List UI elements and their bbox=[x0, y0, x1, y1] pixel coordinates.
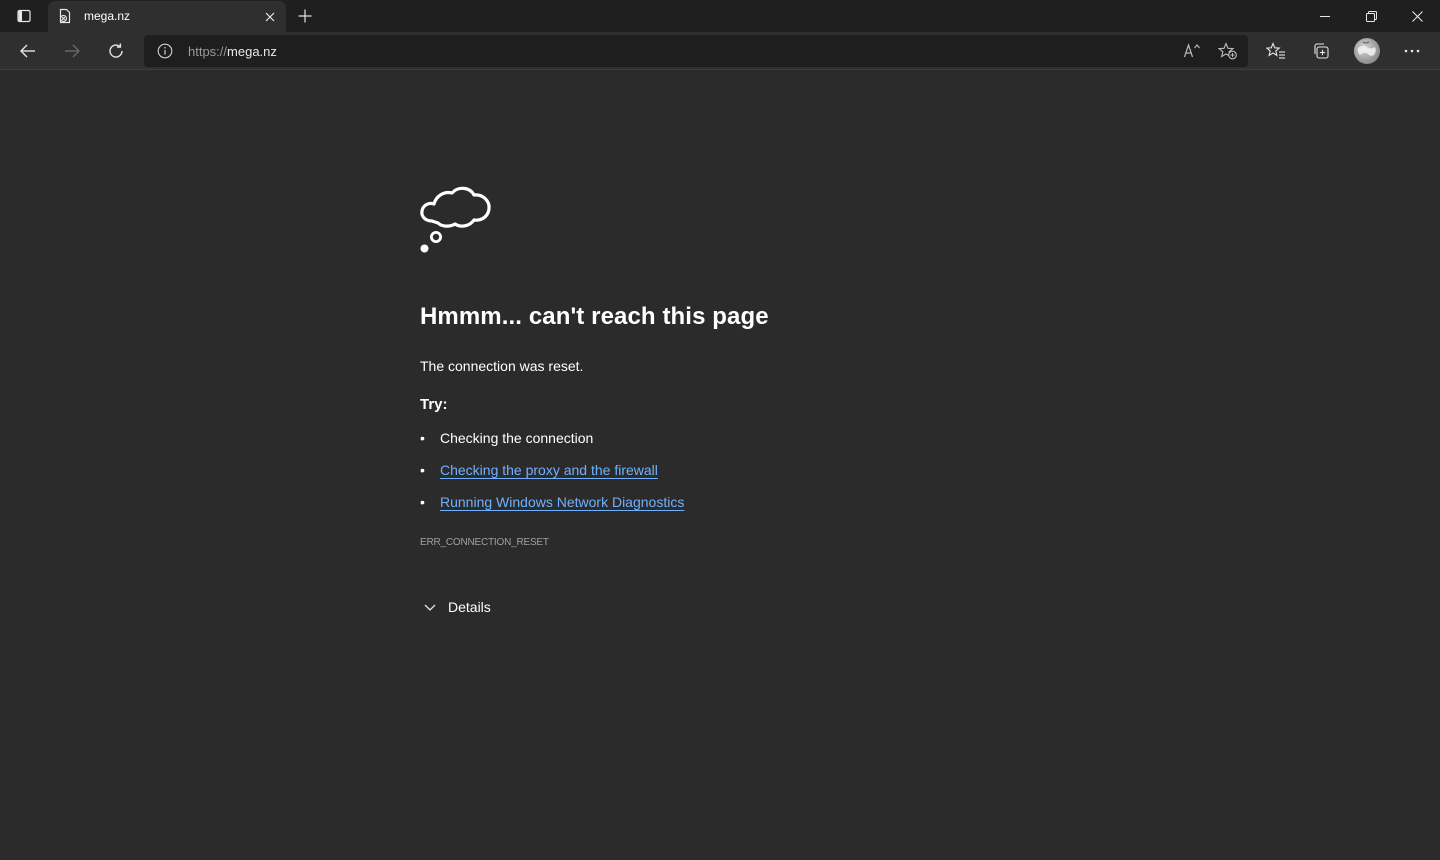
error-code: ERR_CONNECTION_RESET bbox=[420, 537, 549, 548]
read-aloud-button[interactable] bbox=[1179, 39, 1205, 63]
url-host: mega.nz bbox=[227, 44, 277, 59]
forward-arrow-icon bbox=[65, 44, 80, 58]
page-error-icon bbox=[59, 8, 71, 24]
network-diagnostics-link[interactable]: Running Windows Network Diagnostics bbox=[440, 494, 684, 510]
thought-cloud-icon bbox=[420, 186, 491, 253]
plus-icon bbox=[298, 9, 312, 23]
info-icon bbox=[157, 43, 173, 59]
restore-button[interactable] bbox=[1348, 0, 1394, 32]
close-icon bbox=[265, 12, 275, 22]
more-icon bbox=[1404, 49, 1420, 53]
more-button[interactable] bbox=[1395, 35, 1429, 67]
site-info-button[interactable] bbox=[156, 42, 174, 60]
collections-button[interactable] bbox=[1304, 35, 1338, 67]
url-text[interactable]: https://mega.nz bbox=[188, 44, 277, 59]
details-label: Details bbox=[448, 599, 491, 615]
minimize-icon bbox=[1320, 16, 1330, 17]
tab-actions-icon bbox=[17, 9, 31, 23]
restore-icon bbox=[1365, 10, 1377, 22]
bullet: • bbox=[420, 462, 425, 478]
avatar[interactable] bbox=[1354, 38, 1380, 64]
close-icon bbox=[1411, 10, 1423, 22]
title-bar: mega.nz bbox=[0, 0, 1440, 32]
forward-button[interactable] bbox=[55, 35, 89, 67]
add-favorite-button[interactable] bbox=[1215, 39, 1241, 63]
suggestion-item: • Checking the proxy and the firewall bbox=[420, 462, 658, 478]
back-button[interactable] bbox=[11, 35, 45, 67]
bullet: • bbox=[420, 430, 425, 446]
try-label: Try: bbox=[420, 396, 448, 413]
error-page: Hmmm... can't reach this page The connec… bbox=[0, 71, 1440, 860]
back-arrow-icon bbox=[20, 44, 35, 58]
tab-actions-button[interactable] bbox=[8, 4, 40, 28]
active-tab[interactable]: mega.nz bbox=[48, 1, 286, 32]
error-message: The connection was reset. bbox=[420, 358, 584, 374]
new-tab-button[interactable] bbox=[292, 4, 318, 28]
favorites-icon bbox=[1266, 42, 1285, 59]
suggestion-item: • Checking the connection bbox=[420, 430, 593, 446]
details-toggle[interactable]: Details bbox=[420, 595, 491, 619]
refresh-button[interactable] bbox=[99, 35, 133, 67]
error-heading: Hmmm... can't reach this page bbox=[420, 303, 769, 330]
profile-globe-icon bbox=[1357, 41, 1376, 56]
close-window-button[interactable] bbox=[1394, 0, 1440, 32]
read-aloud-icon bbox=[1183, 43, 1200, 58]
collections-icon bbox=[1314, 43, 1329, 59]
tab-close-button[interactable] bbox=[260, 7, 280, 27]
add-favorite-icon bbox=[1218, 42, 1237, 60]
navigation-toolbar: https://mega.nz bbox=[0, 32, 1440, 70]
proxy-firewall-link[interactable]: Checking the proxy and the firewall bbox=[440, 462, 658, 478]
address-bar[interactable]: https://mega.nz bbox=[144, 35, 1248, 67]
tab-title: mega.nz bbox=[84, 9, 131, 23]
suggestion-item: • Running Windows Network Diagnostics bbox=[420, 494, 684, 510]
suggestion-check-connection: Checking the connection bbox=[440, 430, 594, 446]
minimize-button[interactable] bbox=[1302, 0, 1348, 32]
bullet: • bbox=[420, 494, 425, 510]
url-scheme: https:// bbox=[188, 44, 228, 59]
chevron-down-icon bbox=[420, 597, 440, 617]
refresh-icon bbox=[109, 43, 123, 58]
favorites-button[interactable] bbox=[1259, 35, 1293, 67]
